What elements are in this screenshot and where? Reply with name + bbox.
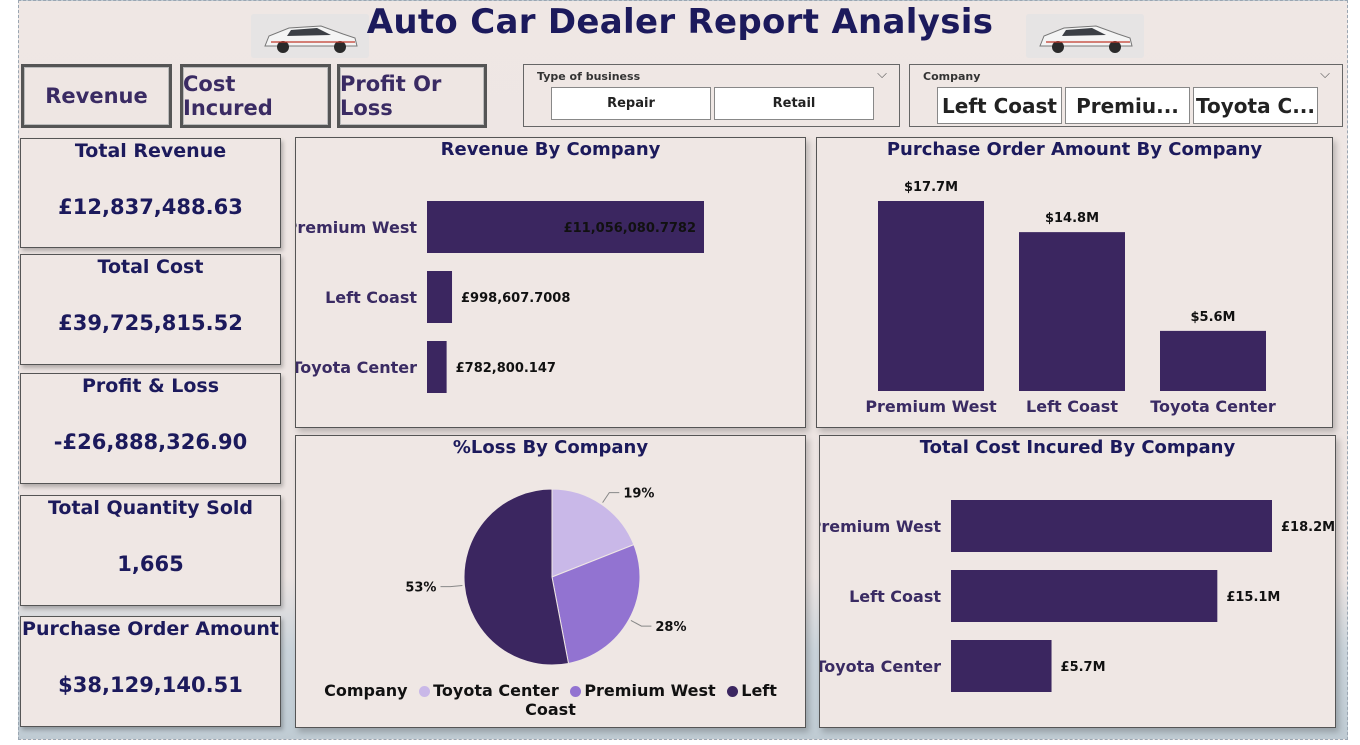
category-label: Toyota Center (820, 657, 941, 676)
slicer-option-left-coast[interactable]: Left Coast (937, 87, 1062, 124)
kpi-value: £39,725,815.52 (58, 311, 243, 335)
data-label: $14.8M (1045, 211, 1099, 226)
slicer-label: Company (923, 70, 981, 83)
bar (1160, 330, 1266, 391)
loss-by-company-chart: %Loss By Company 19% 28% 53% Company Toyot… (295, 435, 806, 728)
cost-incured-button[interactable]: Cost Incured (180, 64, 331, 128)
bar (951, 640, 1052, 692)
revenue-button[interactable]: Revenue (21, 64, 172, 128)
category-label: Left Coast (849, 587, 941, 606)
legend-swatch (570, 686, 582, 697)
legend-swatch (419, 686, 431, 697)
company-slicer: Company ⌵ Left Coast Premiu... Toyota C.… (909, 64, 1343, 127)
category-label: Premium West (296, 218, 417, 237)
category-label: Toyota Center (296, 358, 417, 377)
kpi-title: Total Quantity Sold (47, 497, 254, 519)
slicer-label: Type of business (537, 70, 641, 83)
kpi-title: Profit & Loss (81, 375, 220, 397)
data-label: £11,056,080.7782 (564, 221, 696, 236)
legend-item[interactable]: Premium West (584, 681, 715, 700)
slicer-option-repair[interactable]: Repair (551, 87, 711, 120)
data-label: 53% (405, 581, 436, 596)
kpi-value: $38,129,140.51 (58, 673, 243, 697)
chevron-down-icon[interactable]: ⌵ (877, 67, 887, 82)
kpi-card-total-revenue: Total Revenue £12,837,488.63 (20, 138, 281, 248)
bar (951, 570, 1218, 622)
kpi-card-purchase-order-amount: Purchase Order Amount $38,129,140.51 (20, 616, 281, 727)
category-label: Toyota Center (1150, 397, 1276, 416)
business-type-slicer: Type of business ⌵ Repair Retail (523, 64, 900, 127)
data-label: £998,607.7008 (461, 291, 570, 306)
legend-title: Company (324, 681, 408, 700)
data-label: £15.1M (1226, 590, 1280, 605)
revenue-by-company-chart: Revenue By Company Premium West £11,056,0… (295, 137, 806, 428)
chart-legend: Company Toyota Center Premium West Left … (296, 681, 805, 719)
kpi-value: £12,837,488.63 (58, 195, 243, 219)
slicer-option-premium-west[interactable]: Premiu... (1065, 87, 1190, 124)
bar (1019, 232, 1125, 391)
data-label: £782,800.147 (456, 361, 556, 376)
bar (878, 201, 984, 391)
category-label: Premium West (820, 517, 941, 536)
legend-item[interactable]: Toyota Center (433, 681, 559, 700)
data-label: $5.6M (1190, 310, 1235, 325)
data-label: £18.2M (1281, 520, 1335, 535)
cost-bar-chart-svg: Premium West £18.2M Left Coast £15.1M Toyota… (820, 500, 1335, 692)
data-label: 19% (623, 487, 654, 502)
kpi-card-total-cost: Total Cost £39,725,815.52 (20, 254, 281, 365)
purchase-order-by-company-chart: Purchase Order Amount By Company $17.7M P… (816, 137, 1333, 428)
legend-swatch (727, 686, 739, 697)
bar (427, 341, 447, 393)
data-label: 28% (655, 620, 686, 635)
revenue-bar-chart-svg: Premium West £11,056,080.7782 Left Coast £9… (296, 201, 704, 393)
bar (427, 271, 453, 323)
kpi-title: Purchase Order Amount (22, 618, 279, 640)
category-label: Premium West (865, 397, 997, 416)
kpi-card-profit-loss: Profit & Loss -£26,888,326.90 (20, 373, 281, 484)
kpi-title: Total Revenue (74, 140, 227, 162)
category-label: Left Coast (325, 288, 417, 307)
kpi-value: 1,665 (117, 552, 184, 576)
data-label: £5.7M (1061, 660, 1106, 675)
data-label: $17.7M (904, 180, 958, 195)
leader-line (602, 492, 620, 503)
page-title: Auto Car Dealer Report Analysis (366, 2, 994, 42)
bar (951, 500, 1272, 552)
leader-line (630, 619, 652, 627)
chevron-down-icon[interactable]: ⌵ (1320, 67, 1330, 82)
slicer-option-toyota-center[interactable]: Toyota C... (1193, 87, 1318, 124)
profit-or-loss-button[interactable]: Profit Or Loss (337, 64, 487, 128)
purchase-order-column-chart-svg: $17.7M Premium West $14.8M Left Coast $5.6M T… (865, 180, 1276, 416)
kpi-title: Total Cost (97, 256, 204, 278)
total-cost-by-company-chart: Total Cost Incured By Company Premium We… (819, 435, 1336, 728)
leader-line (440, 585, 463, 588)
kpi-value: -£26,888,326.90 (53, 430, 248, 454)
kpi-card-total-quantity-sold: Total Quantity Sold 1,665 (20, 495, 281, 606)
slicer-option-retail[interactable]: Retail (714, 87, 874, 120)
category-label: Left Coast (1026, 397, 1118, 416)
